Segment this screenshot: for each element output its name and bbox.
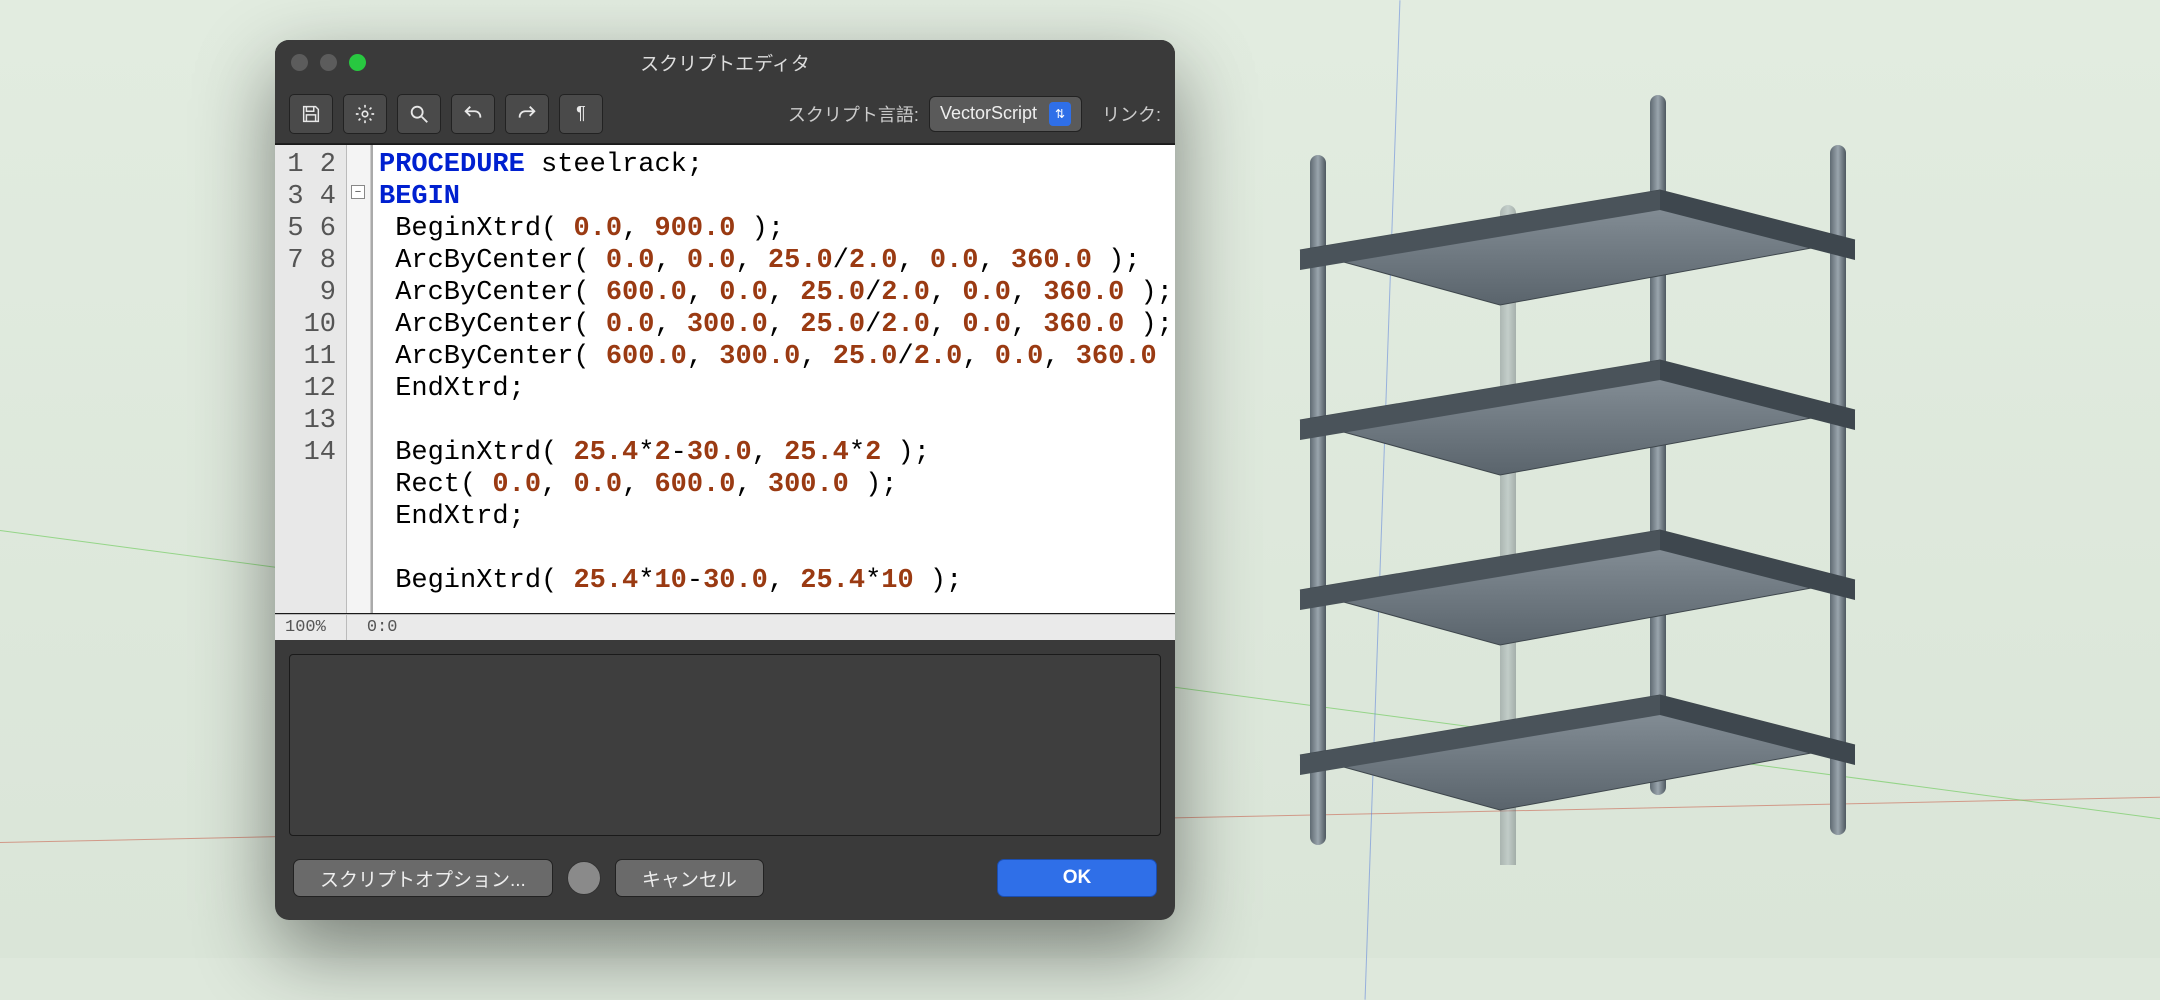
chevron-updown-icon: ⇅ xyxy=(1049,102,1071,126)
window-title: スクリプトエディタ xyxy=(275,49,1175,76)
maximize-icon[interactable] xyxy=(349,54,366,71)
ok-button[interactable]: OK xyxy=(997,859,1157,897)
fold-column[interactable]: − xyxy=(347,145,371,613)
code-area[interactable]: PROCEDURE steelrack;BEGIN BeginXtrd( 0.0… xyxy=(371,145,1175,613)
output-console[interactable] xyxy=(289,654,1161,836)
link-label: リンク: xyxy=(1102,101,1161,127)
toggle-pill[interactable] xyxy=(567,861,601,895)
script-language-label: スクリプト言語: xyxy=(788,101,919,127)
titlebar[interactable]: スクリプトエディタ xyxy=(275,40,1175,84)
pilcrow-button[interactable]: ¶ xyxy=(559,94,603,134)
zoom-level[interactable]: 100% xyxy=(285,618,326,637)
dialog-buttons: スクリプトオプション... キャンセル OK xyxy=(275,850,1175,920)
undo-button[interactable] xyxy=(451,94,495,134)
cursor-position: 0:0 xyxy=(367,618,398,637)
editor-statusbar: 100% 0:0 xyxy=(275,614,1175,640)
toolbar: ¶ スクリプト言語: VectorScript ⇅ リンク: xyxy=(275,84,1175,144)
redo-button[interactable] xyxy=(505,94,549,134)
code-editor[interactable]: 1 2 3 4 5 6 7 8 9 10 11 12 13 14 − PROCE… xyxy=(275,144,1175,614)
script-options-button[interactable]: スクリプトオプション... xyxy=(293,859,553,897)
steel-rack-model xyxy=(1290,95,1870,865)
fold-toggle-icon[interactable]: − xyxy=(351,185,365,199)
line-number-gutter: 1 2 3 4 5 6 7 8 9 10 11 12 13 14 xyxy=(275,145,347,613)
settings-button[interactable] xyxy=(343,94,387,134)
minimize-icon[interactable] xyxy=(320,54,337,71)
save-button[interactable] xyxy=(289,94,333,134)
script-language-value: VectorScript xyxy=(940,103,1037,124)
search-button[interactable] xyxy=(397,94,441,134)
script-editor-dialog: スクリプトエディタ ¶ スクリプト言語: VectorScript ⇅ リンク:… xyxy=(275,40,1175,920)
script-language-select[interactable]: VectorScript ⇅ xyxy=(929,96,1082,132)
close-icon[interactable] xyxy=(291,54,308,71)
cancel-button[interactable]: キャンセル xyxy=(615,859,764,897)
